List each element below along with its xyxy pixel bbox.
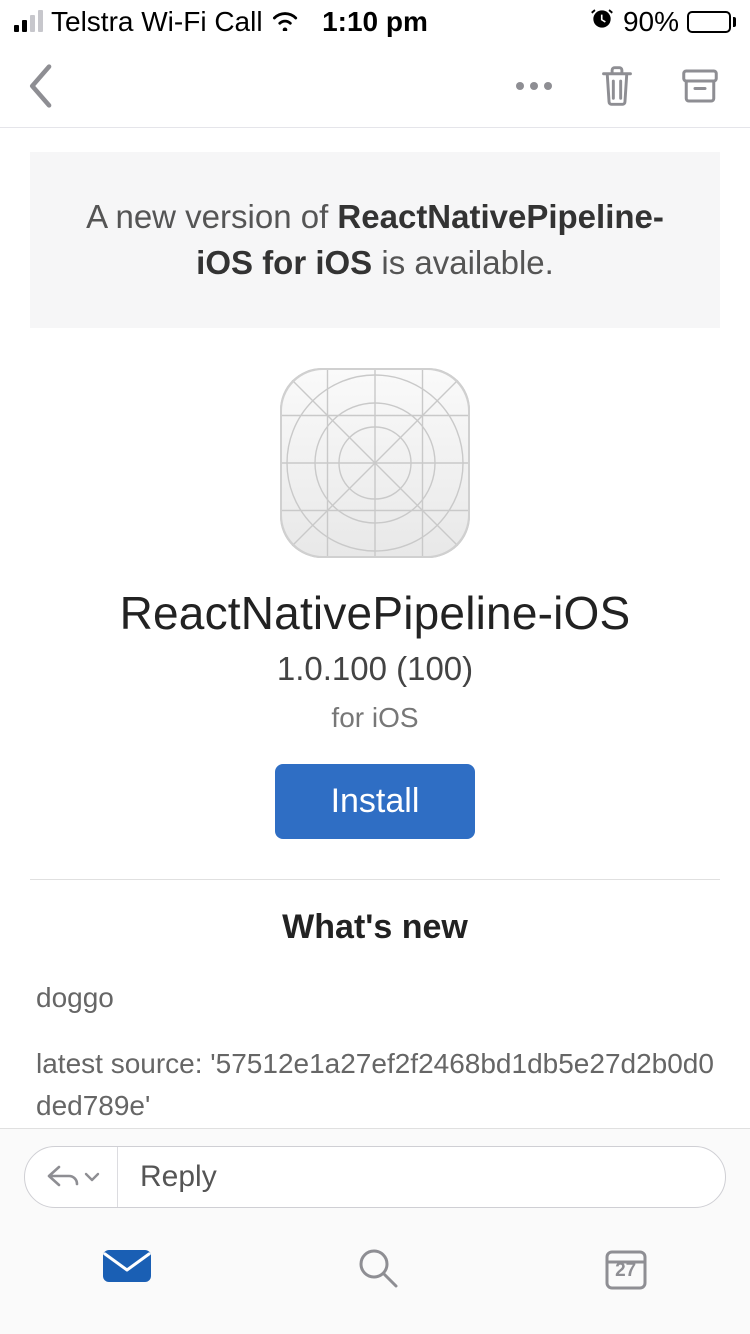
battery-percent: 90% [623,6,679,38]
more-button[interactable] [514,80,554,92]
release-note-line: doggo [36,977,714,1019]
reply-arrow-icon [45,1163,81,1191]
divider [30,879,720,880]
status-left: Telstra Wi-Fi Call [14,6,299,38]
app-platform: for iOS [30,702,720,734]
nav-bar [0,44,750,128]
status-right: 90% [589,6,736,39]
carrier-label: Telstra Wi-Fi Call [51,6,263,38]
app-version: 1.0.100 (100) [30,650,720,688]
update-banner: A new version of ReactNativePipeline-iOS… [30,152,720,328]
release-note-line: latest source: '57512e1a27ef2f2468bd1db5… [36,1043,714,1127]
reply-bar [0,1128,750,1224]
back-button[interactable] [26,64,54,108]
calendar-day: 27 [603,1260,649,1282]
reply-pill [24,1146,726,1208]
search-icon [356,1246,400,1290]
app-name: ReactNativePipeline-iOS [30,586,720,640]
cellular-signal-icon [14,12,43,32]
email-content: A new version of ReactNativePipeline-iOS… [0,128,750,1128]
reply-input[interactable] [118,1160,725,1194]
app-card: ReactNativePipeline-iOS 1.0.100 (100) fo… [30,328,720,1128]
wifi-icon [271,6,299,38]
release-notes: doggo latest source: '57512e1a27ef2f2468… [30,977,720,1128]
tab-bar: 27 [0,1224,750,1334]
install-button[interactable]: Install [275,764,476,839]
banner-prefix: A new version of [86,198,337,235]
trash-button[interactable] [598,64,636,108]
chevron-down-icon [83,1170,101,1184]
banner-suffix: is available. [372,244,554,281]
app-icon [30,368,720,558]
archive-button[interactable] [680,66,720,106]
tab-calendar[interactable]: 27 [603,1246,649,1292]
alarm-icon [589,6,615,39]
whats-new-heading: What's new [30,908,720,947]
battery-icon [687,11,736,33]
tab-mail[interactable] [101,1246,153,1286]
tab-search[interactable] [356,1246,400,1290]
reply-mode-button[interactable] [25,1147,118,1207]
status-bar: Telstra Wi-Fi Call 1:10 pm 90% [0,0,750,44]
mail-icon [101,1246,153,1286]
